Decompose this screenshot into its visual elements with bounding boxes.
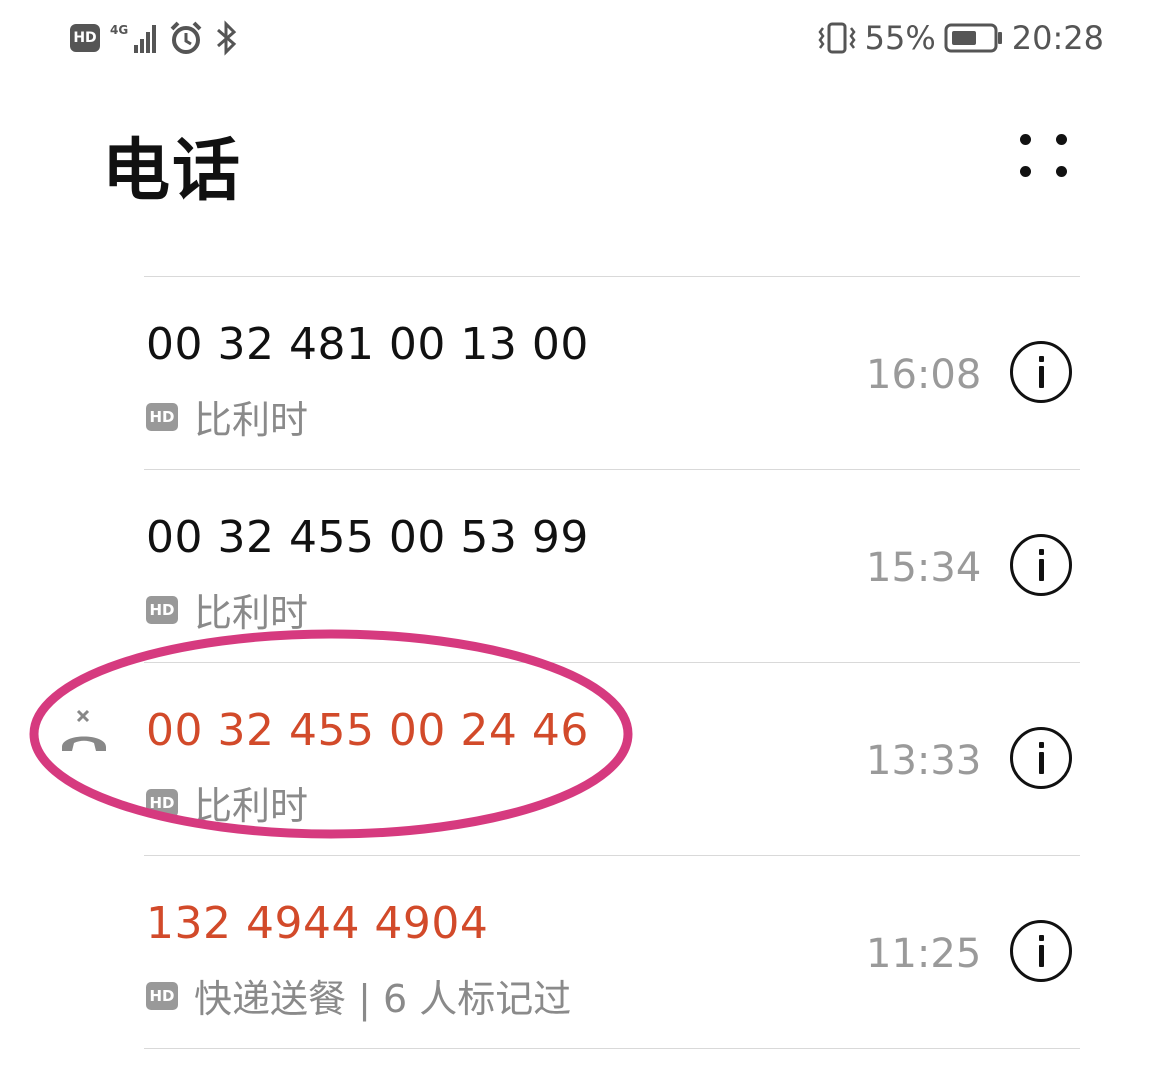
info-icon bbox=[1039, 742, 1044, 748]
alarm-icon bbox=[170, 21, 202, 54]
hd-call-icon: HD bbox=[146, 402, 178, 431]
clock: 20:28 bbox=[1011, 19, 1104, 57]
status-bar-left: HD 4G bbox=[70, 18, 240, 58]
call-number: 00 32 455 00 24 46 bbox=[146, 705, 589, 756]
bluetooth-icon bbox=[217, 20, 237, 56]
call-location: 比利时 bbox=[194, 398, 309, 442]
signal-icon: 4G bbox=[110, 23, 156, 53]
info-icon bbox=[1039, 935, 1044, 941]
more-options-button[interactable] bbox=[1010, 128, 1080, 188]
call-info-button[interactable] bbox=[1010, 341, 1072, 403]
page-title: 电话 bbox=[102, 132, 243, 211]
call-location: 比利时 bbox=[194, 591, 309, 635]
call-location: 快递送餐 | 6 人标记过 bbox=[194, 977, 572, 1021]
network-type-label: 4G bbox=[110, 23, 128, 37]
battery-percent: 55% bbox=[864, 19, 936, 57]
call-time: 15:34 bbox=[866, 545, 982, 591]
status-bar: HD 4G 55% 20:28 bbox=[0, 0, 1176, 78]
call-subline: HD 快递送餐 | 6 人标记过 bbox=[146, 968, 571, 1023]
call-info-button[interactable] bbox=[1010, 727, 1072, 789]
status-bar-right: 55% 20:28 bbox=[817, 18, 1104, 58]
hd-call-icon: HD bbox=[146, 788, 178, 817]
hd-icon: HD bbox=[70, 24, 100, 52]
info-icon bbox=[1039, 549, 1044, 555]
divider bbox=[144, 1048, 1080, 1049]
info-icon bbox=[1039, 356, 1044, 362]
call-number: 00 32 455 00 53 99 bbox=[146, 512, 589, 563]
call-time: 11:25 bbox=[866, 931, 982, 977]
hd-call-icon: HD bbox=[146, 981, 178, 1010]
hd-call-icon: HD bbox=[146, 595, 178, 624]
call-subline: HD 比利时 bbox=[146, 582, 308, 637]
more-dots-icon bbox=[1020, 134, 1031, 145]
call-location: 比利时 bbox=[194, 784, 309, 828]
call-info-button[interactable] bbox=[1010, 534, 1072, 596]
call-number: 00 32 481 00 13 00 bbox=[146, 319, 589, 370]
call-log-item[interactable]: 132 4944 4904 HD 快递送餐 | 6 人标记过 11:25 bbox=[0, 856, 1176, 1048]
vibrate-icon bbox=[818, 22, 856, 54]
call-number: 132 4944 4904 bbox=[146, 898, 489, 949]
call-log-item[interactable]: 00 32 455 00 24 46 HD 比利时 13:33 bbox=[0, 663, 1176, 855]
call-subline: HD 比利时 bbox=[146, 775, 308, 830]
missed-call-icon bbox=[62, 709, 106, 751]
call-subline: HD 比利时 bbox=[146, 389, 308, 444]
call-info-button[interactable] bbox=[1010, 920, 1072, 982]
battery-icon bbox=[944, 23, 1002, 53]
call-log-item[interactable]: 00 32 481 00 13 00 HD 比利时 16:08 bbox=[0, 277, 1176, 469]
call-log-item[interactable]: 00 32 455 00 53 99 HD 比利时 15:34 bbox=[0, 470, 1176, 662]
call-time: 13:33 bbox=[866, 738, 982, 784]
call-time: 16:08 bbox=[866, 352, 982, 398]
